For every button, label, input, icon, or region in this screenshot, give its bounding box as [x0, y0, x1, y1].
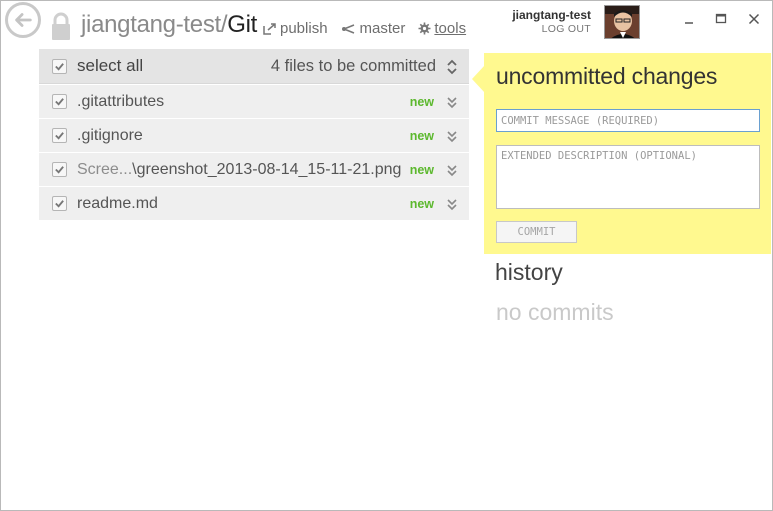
file-row[interactable]: .gitattributes new	[39, 84, 469, 118]
commit-description-input[interactable]	[496, 145, 760, 209]
checkmark-icon	[55, 166, 64, 174]
checkmark-icon	[55, 98, 64, 106]
app-window: jiangtang-test/Git publish master tools	[0, 0, 773, 511]
sort-icon[interactable]	[446, 59, 458, 75]
logout-link[interactable]: LOG OUT	[512, 23, 591, 35]
gear-icon	[418, 22, 431, 35]
file-list: select all 4 files to be committed .gita…	[39, 49, 469, 220]
maximize-icon[interactable]	[713, 11, 729, 27]
commit-button[interactable]: COMMIT	[496, 221, 577, 243]
files-count-label: 4 files to be committed	[270, 56, 436, 75]
file-status-badge: new	[409, 128, 434, 143]
file-name-prefix: Scree...	[77, 160, 133, 178]
file-checkbox[interactable]	[52, 162, 67, 177]
select-all-checkbox[interactable]	[52, 58, 67, 74]
commit-panel-title: uncommitted changes	[496, 63, 718, 89]
tools-button[interactable]: tools	[418, 20, 466, 37]
user-name: jiangtang-test	[512, 8, 591, 22]
panel-pointer	[472, 65, 485, 93]
user-info: jiangtang-test LOG OUT	[512, 8, 591, 35]
select-all-label: select all	[77, 56, 144, 75]
double-chevron-down-icon[interactable]	[446, 96, 458, 109]
double-chevron-down-icon[interactable]	[446, 164, 458, 177]
file-name-main: .gitattributes	[77, 92, 165, 110]
file-status-badge: new	[409, 196, 434, 211]
double-chevron-down-icon[interactable]	[446, 130, 458, 143]
repo-owner: jiangtang-test/	[81, 11, 228, 38]
toolbar: publish master tools	[263, 20, 479, 37]
publish-label: publish	[280, 20, 328, 37]
tools-label: tools	[434, 20, 467, 37]
history-title: history	[495, 259, 563, 285]
publish-icon	[263, 22, 276, 35]
file-row[interactable]: Scree...\greenshot_2013-08-14_15-11-21.p…	[39, 152, 469, 186]
checkmark-icon	[55, 200, 64, 208]
file-status-badge: new	[409, 94, 434, 109]
file-row[interactable]: .gitignore new	[39, 118, 469, 152]
repo-title: jiangtang-test/Git	[81, 11, 257, 39]
branch-button[interactable]: master	[341, 20, 406, 37]
minimize-icon[interactable]	[681, 11, 697, 27]
arrow-left-icon	[15, 13, 32, 27]
checkmark-icon	[55, 132, 64, 140]
publish-button[interactable]: publish	[263, 20, 328, 37]
user-photo	[605, 6, 639, 38]
commit-panel: uncommitted changes COMMIT	[472, 53, 771, 254]
file-checkbox[interactable]	[52, 94, 67, 109]
file-row[interactable]: readme.md new	[39, 186, 469, 220]
file-name-main: \greenshot_2013-08-14_15-11-21.png	[132, 160, 402, 178]
avatar[interactable]	[604, 5, 640, 39]
repo-name: Git	[227, 11, 258, 38]
back-button[interactable]	[5, 2, 41, 38]
file-name: Scree...\greenshot_2013-08-14_15-11-21.p…	[77, 161, 401, 179]
double-chevron-down-icon[interactable]	[446, 198, 458, 211]
file-name: .gitattributes	[77, 93, 164, 111]
file-name-main: readme.md	[77, 194, 158, 212]
lock-icon	[52, 12, 70, 40]
file-name-main: .gitignore	[77, 126, 143, 144]
file-name: readme.md	[77, 195, 158, 213]
close-icon[interactable]	[746, 11, 762, 27]
file-checkbox[interactable]	[52, 196, 67, 211]
file-status-badge: new	[409, 162, 434, 177]
no-commits-label: no commits	[496, 299, 614, 325]
select-all-row: select all 4 files to be committed	[39, 49, 469, 84]
branch-label: master	[359, 20, 406, 37]
file-checkbox[interactable]	[52, 128, 67, 143]
branch-icon	[341, 23, 354, 34]
commit-message-input[interactable]	[496, 109, 760, 132]
checkmark-icon	[55, 62, 64, 71]
file-name: .gitignore	[77, 127, 143, 145]
